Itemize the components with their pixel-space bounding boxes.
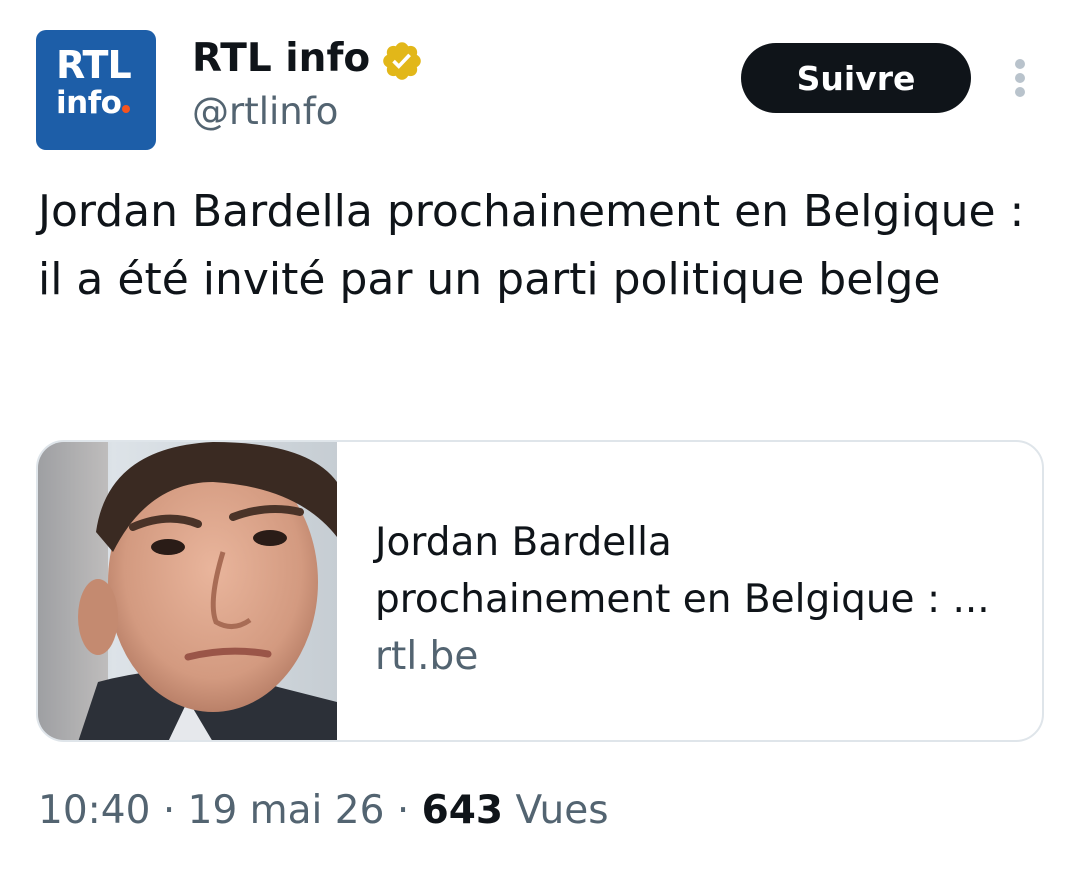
tweet-metadata: 10:40 · 19 mai 26 · 643 Vues (38, 785, 609, 837)
more-options-icon[interactable] (1004, 56, 1036, 100)
tweet-text: Jordan Bardella prochainement en Belgiqu… (38, 186, 1025, 305)
portrait-photo (38, 442, 337, 740)
card-title: Jordan Bardella prochainement en Belgiqu… (375, 514, 1025, 628)
avatar-logo-rtl: RTL (56, 43, 132, 87)
tweet-date[interactable]: 19 mai 26 (188, 788, 385, 833)
card-title-line1: Jordan Bardella (375, 520, 672, 565)
card-title-line2: prochainement en Belgique : ... (375, 577, 990, 622)
card-thumbnail-image (38, 442, 337, 740)
verified-badge-icon (383, 42, 421, 80)
link-preview-card[interactable]: Jordan Bardella prochainement en Belgiqu… (36, 440, 1044, 742)
meta-separator: · (396, 788, 410, 833)
follow-button[interactable]: Suivre (741, 43, 971, 113)
tweet-time[interactable]: 10:40 (38, 788, 150, 833)
account-avatar[interactable]: RTL info (36, 30, 156, 150)
logo-dot (122, 105, 131, 113)
views-count[interactable]: 643 (422, 788, 503, 833)
card-domain: rtl.be (375, 634, 479, 679)
views-label: Vues (515, 788, 609, 833)
meta-separator: · (162, 788, 176, 833)
avatar-logo-info: info (56, 88, 156, 119)
account-handle[interactable]: @rtlinfo (192, 90, 338, 134)
account-display-name[interactable]: RTL info (192, 36, 370, 83)
